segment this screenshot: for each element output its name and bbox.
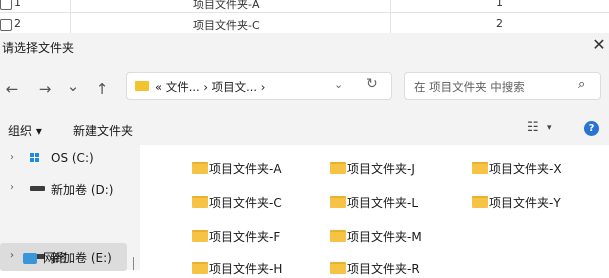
row-checkbox[interactable] [0,19,12,31]
row-number: 1 [14,0,21,9]
row-value: 1 [496,0,503,9]
pane-splitter[interactable] [133,257,134,270]
dialog-title: 请选择文件夹 [2,41,75,55]
folder-name: 项目文件夹-L [347,196,419,210]
search-icon[interactable]: ⌕ [578,77,585,92]
windows-drive-icon [30,153,40,163]
sidebar-item-label: 网络 [43,251,68,265]
chevron-down-icon[interactable]: ⌄ [334,78,343,91]
drive-icon [30,186,45,191]
folder-name: 项目文件夹-R [347,262,420,276]
view-dropdown-icon[interactable]: ▾ [547,123,552,133]
chevron-right-icon[interactable]: › [10,250,14,261]
folder-picker-dialog: 请选择文件夹 ✕ ← → ⌄ ↑ « 文件... › 项目文... › ⌄ ↻ … [0,33,609,276]
back-arrow-icon[interactable]: ← [3,80,21,98]
background-table: 1 项目文件夹-A 1 2 项目文件夹-C 2 [0,0,609,33]
up-arrow-icon[interactable]: ↑ [93,80,111,98]
sidebar-item-os-c[interactable]: › OS (C:) [0,145,127,173]
folder-icon [192,162,208,174]
sidebar-item-d-drive[interactable]: › 新加卷 (D:) [0,175,127,203]
row-checkbox[interactable] [0,0,12,10]
folder-list: 项目文件夹-A 项目文件夹-J 项目文件夹-X 项目文件夹-C 项目文件夹-L … [140,145,609,276]
view-options-icon[interactable]: ☷ [527,120,539,135]
folder-icon [472,196,488,208]
refresh-icon[interactable]: ↻ [366,76,378,92]
folder-icon [330,196,346,208]
folder-name: 项目文件夹-H [209,262,283,276]
forward-arrow-icon[interactable]: → [36,80,54,98]
table-row[interactable]: 1 项目文件夹-A 1 [0,0,609,13]
address-bar[interactable]: « 文件... › 项目文... › ⌄ ↻ [126,72,392,100]
folder-icon [330,162,346,174]
chevron-right-icon[interactable]: › [10,182,14,193]
folder-name: 项目文件夹-A [209,162,282,176]
folder-icon [192,196,208,208]
folder-name: 项目文件夹-C [209,196,282,210]
command-bar: 组织 ▾ 新建文件夹 ☷ ▾ ? [0,117,609,145]
table-row[interactable]: 2 项目文件夹-C 2 [0,13,609,33]
title-bar: 请选择文件夹 ✕ [0,33,609,60]
sidebar-item-network[interactable]: › 网络 [0,246,127,270]
folder-icon [192,262,208,274]
row-number: 2 [14,17,21,30]
search-placeholder: 在 项目文件夹 中搜索 [414,80,525,94]
folder-name: 项目文件夹-X [489,162,562,176]
folder-name: 项目文件夹-Y [489,196,561,210]
search-input[interactable]: 在 项目文件夹 中搜索 ⌕ [404,72,601,100]
folder-icon [330,230,346,242]
organize-button[interactable]: 组织 ▾ [8,122,42,139]
folder-name: 项目文件夹-M [347,230,422,244]
recent-locations-icon[interactable]: ⌄ [64,77,82,95]
new-folder-button[interactable]: 新建文件夹 [73,122,133,139]
row-name: 项目文件夹-A [193,0,260,11]
chevron-right-icon[interactable]: › [10,152,14,163]
folder-icon [135,81,149,91]
folder-icon [192,230,208,242]
sidebar-item-label: OS (C:) [51,151,94,165]
breadcrumb[interactable]: « 文件... › 项目文... › [155,79,265,95]
help-icon[interactable]: ? [584,121,599,136]
folder-icon [330,262,346,274]
folder-name: 项目文件夹-F [209,230,281,244]
row-name: 项目文件夹-C [193,19,260,32]
close-button[interactable]: ✕ [590,36,608,54]
sidebar-item-label: 新加卷 (D:) [51,183,114,197]
folder-name: 项目文件夹-J [347,162,415,176]
folder-icon [472,162,488,174]
row-value: 2 [496,17,503,30]
network-icon [23,253,37,264]
